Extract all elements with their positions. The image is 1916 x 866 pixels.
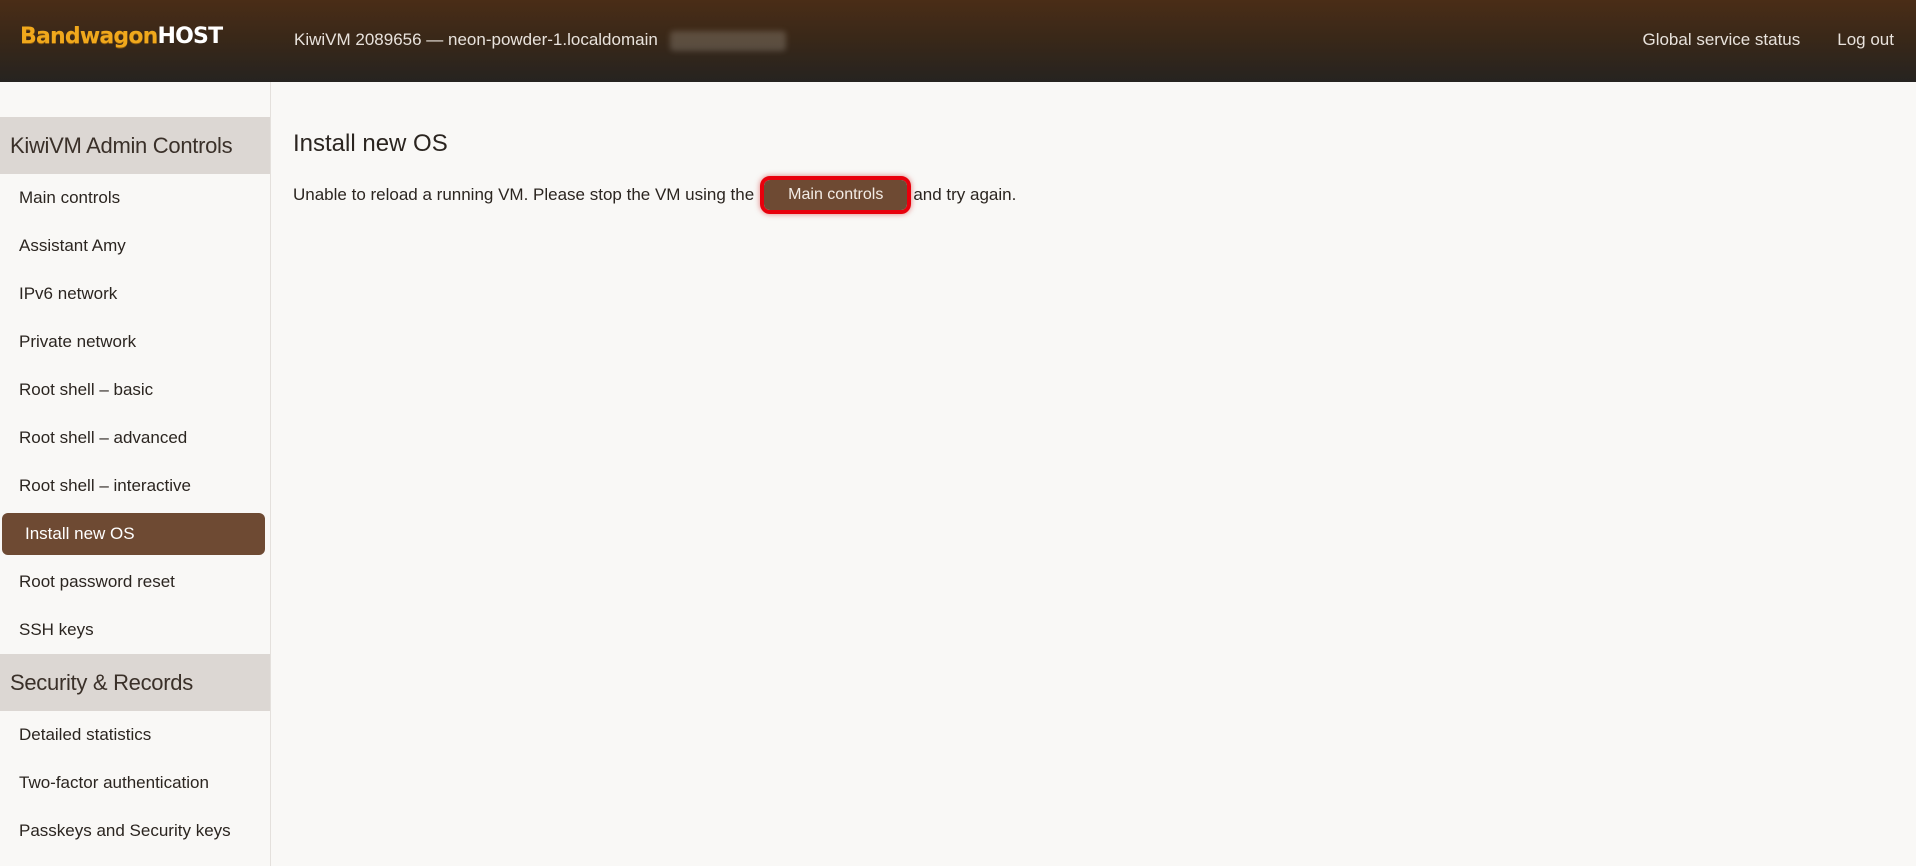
sidebar-section-security-records: Security & Records — [0, 654, 270, 711]
message-text-after: and try again. — [913, 185, 1017, 204]
logo-text-host: HOST — [157, 24, 224, 49]
sidebar-item-main-controls[interactable]: Main controls — [0, 174, 270, 222]
header-links: Global service status Log out — [1642, 30, 1894, 50]
sidebar-item-passkeys[interactable]: Passkeys and Security keys — [0, 807, 270, 855]
sidebar-section-admin-controls: KiwiVM Admin Controls — [0, 117, 270, 174]
sidebar-item-root-password-reset[interactable]: Root password reset — [0, 558, 270, 606]
sidebar-item-root-shell-interactive[interactable]: Root shell – interactive — [0, 462, 270, 510]
sidebar-item-two-factor-auth[interactable]: Two-factor authentication — [0, 759, 270, 807]
sidebar-item-ipv6-network[interactable]: IPv6 network — [0, 270, 270, 318]
status-message: Unable to reload a running VM. Please st… — [293, 176, 1916, 214]
sidebar-item-root-shell-basic[interactable]: Root shell – basic — [0, 366, 270, 414]
sidebar: KiwiVM Admin Controls Main controls Assi… — [0, 82, 271, 866]
redacted-ip — [669, 30, 786, 51]
sidebar-item-install-new-os[interactable]: Install new OS — [2, 513, 265, 555]
main-controls-button[interactable]: Main controls — [764, 180, 908, 210]
bandwagonhost-logo[interactable]: BandwagonHOST — [20, 24, 224, 49]
page-title: Install new OS — [293, 130, 448, 157]
vm-title-text: KiwiVM 2089656 — neon-powder-1.localdoma… — [294, 30, 658, 49]
sidebar-item-private-network[interactable]: Private network — [0, 318, 270, 366]
main-content: Install new OS Unable to reload a runnin… — [293, 82, 1916, 214]
sidebar-item-ssh-keys[interactable]: SSH keys — [0, 606, 270, 654]
logout-link[interactable]: Log out — [1837, 30, 1894, 50]
sidebar-item-assistant-amy[interactable]: Assistant Amy — [0, 222, 270, 270]
global-service-status-link[interactable]: Global service status — [1642, 30, 1800, 50]
message-text-before: Unable to reload a running VM. Please st… — [293, 185, 755, 204]
vm-title: KiwiVM 2089656 — neon-powder-1.localdoma… — [294, 30, 786, 51]
sidebar-item-detailed-statistics[interactable]: Detailed statistics — [0, 711, 270, 759]
top-header: BandwagonHOST KiwiVM 2089656 — neon-powd… — [0, 0, 1916, 82]
sidebar-item-root-shell-advanced[interactable]: Root shell – advanced — [0, 414, 270, 462]
highlight-outline: Main controls — [760, 176, 912, 214]
logo-text-main: Bandwagon — [20, 24, 158, 49]
